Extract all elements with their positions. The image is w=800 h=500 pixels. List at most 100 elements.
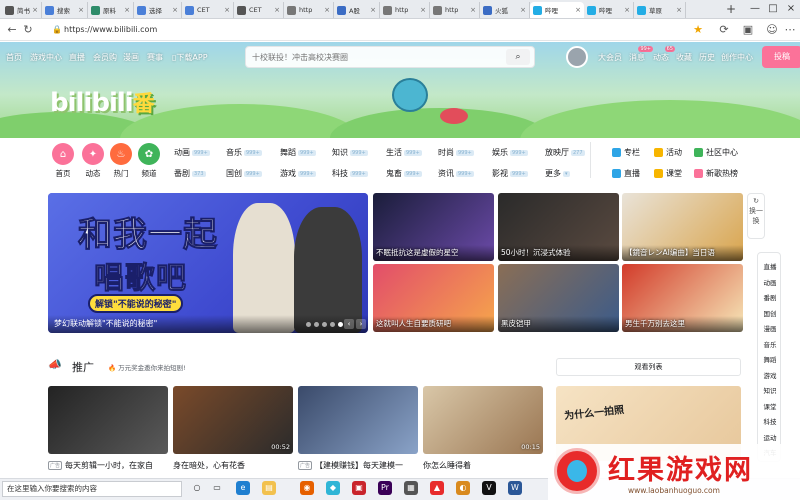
carousel-dot[interactable] <box>330 322 335 327</box>
browser-tab[interactable]: 火狐 × <box>480 2 530 18</box>
video-card[interactable]: 50小时！沉浸式体验 <box>498 193 619 261</box>
app-icon-2[interactable]: ▣ <box>352 481 366 495</box>
nav-history[interactable]: 历史 <box>699 52 715 63</box>
new-tab-button[interactable]: + <box>724 1 738 17</box>
tab-close-icon[interactable]: × <box>370 6 376 14</box>
upload-button[interactable]: 投稿 <box>762 46 800 68</box>
promo-video-card[interactable] <box>298 386 418 454</box>
browser-tab[interactable]: 草原 × <box>634 2 686 18</box>
tab-close-icon[interactable]: × <box>224 6 230 14</box>
promo-video-title[interactable]: 广告 每天剪辑一小时，在家自 <box>48 460 153 471</box>
category-link[interactable]: 番剧 373 <box>174 168 206 179</box>
browser-tab[interactable]: http × <box>284 2 334 18</box>
category-link[interactable]: 知识 999+ <box>332 147 368 158</box>
refresh-button[interactable]: ↻ 换一换 <box>747 193 765 239</box>
category-link[interactable]: 舞蹈 999+ <box>280 147 316 158</box>
tab-close-icon[interactable]: × <box>420 6 426 14</box>
nav-download-app[interactable]: ▯下载APP <box>172 52 208 63</box>
side-nav-item[interactable]: 运动 <box>758 432 782 442</box>
channel-label[interactable]: 动态 <box>78 168 108 179</box>
file-explorer-icon[interactable]: ▤ <box>262 481 276 495</box>
side-nav-item[interactable]: 科技 <box>758 416 782 426</box>
side-nav-item[interactable]: 课堂 <box>758 401 782 411</box>
category-link[interactable]: 娱乐 999+ <box>492 147 528 158</box>
tab-close-icon[interactable]: × <box>32 6 38 14</box>
category-link[interactable]: 音乐 999+ <box>226 147 262 158</box>
nav-vip[interactable]: 大会员 <box>598 52 622 63</box>
side-nav-item[interactable]: 番剧 <box>758 292 782 302</box>
firefox-icon[interactable]: ◉ <box>300 481 314 495</box>
app-icon-4[interactable]: ▲ <box>430 481 444 495</box>
carousel-next-icon[interactable]: › <box>356 319 366 329</box>
more-menu-icon[interactable]: ⋯ <box>782 22 798 38</box>
category-link[interactable]: 资讯 999+ <box>438 168 474 179</box>
tab-close-icon[interactable]: × <box>324 6 330 14</box>
carousel-dot[interactable] <box>306 322 311 327</box>
favorites-star-icon[interactable]: ★ <box>690 22 706 38</box>
app-icon-5[interactable]: ◐ <box>456 481 470 495</box>
nav-messages[interactable]: 消息 99+ <box>629 46 653 63</box>
category-link[interactable]: 游戏 999+ <box>280 168 316 179</box>
watch-list-button[interactable]: 观看列表 <box>556 358 741 376</box>
carousel-dot[interactable] <box>314 322 319 327</box>
browser-tab[interactable]: 选择 × <box>134 2 182 18</box>
task-view-icon[interactable]: ▭ <box>210 481 224 495</box>
fire-icon[interactable]: ♨ <box>110 143 132 165</box>
premiere-icon[interactable]: Pr <box>378 481 392 495</box>
video-card[interactable]: 这就叫人生自要质研吧 <box>373 264 494 332</box>
tab-close-icon[interactable]: × <box>624 6 630 14</box>
close-window-button[interactable]: × <box>782 0 800 18</box>
side-nav-item[interactable]: 直播 <box>758 261 782 271</box>
minimize-button[interactable]: — <box>746 0 764 18</box>
category-link[interactable]: 放映厅 277 <box>545 147 585 158</box>
nav-shop[interactable]: 会员购 <box>93 52 117 63</box>
avatar[interactable] <box>566 46 588 68</box>
home-icon[interactable]: ⌂ <box>52 143 74 165</box>
nav-live[interactable]: 直播 <box>69 52 85 63</box>
browser-tab[interactable]: 搜索 × <box>42 2 88 18</box>
video-card[interactable]: 不眠抵抗这是虚假的星空 <box>373 193 494 261</box>
tab-close-icon[interactable]: × <box>470 6 476 14</box>
category-link[interactable]: 更多 ▾ <box>545 168 570 179</box>
app-icon-3[interactable]: ▦ <box>404 481 418 495</box>
tab-close-icon[interactable]: × <box>124 6 130 14</box>
category-link[interactable]: 生活 999+ <box>386 147 422 158</box>
browser-tab[interactable]: 简书 × <box>2 2 42 18</box>
edge-icon[interactable]: e <box>236 481 250 495</box>
browser-tab[interactable]: http × <box>430 2 480 18</box>
category-link[interactable]: 科技 999+ <box>332 168 368 179</box>
tab-close-icon[interactable]: × <box>676 6 682 14</box>
browser-tab[interactable]: http × <box>380 2 430 18</box>
quick-link[interactable]: 社区中心 <box>694 147 738 158</box>
quick-link[interactable]: 课堂 <box>654 168 682 179</box>
channel-label[interactable]: 频道 <box>134 168 164 179</box>
maximize-button[interactable]: □ <box>764 0 782 18</box>
profile-icon[interactable]: ☺ <box>764 22 780 38</box>
browser-tab[interactable]: A股 × <box>334 2 380 18</box>
collections-icon[interactable]: ▣ <box>740 22 756 38</box>
category-link[interactable]: 时尚 999+ <box>438 147 474 158</box>
tab-close-icon[interactable]: × <box>172 6 178 14</box>
tab-close-icon[interactable]: × <box>575 6 581 14</box>
promo-note[interactable]: 🔥 万元奖金邀你来拍短剧! <box>108 362 186 372</box>
browser-tab[interactable]: CET × <box>182 2 234 18</box>
search-icon[interactable]: ⌕ <box>506 49 530 65</box>
promo-video-card[interactable] <box>48 386 168 454</box>
side-nav-item[interactable]: 知识 <box>758 385 782 395</box>
app-icon-1[interactable]: ◆ <box>326 481 340 495</box>
browser-tab[interactable]: 哔哩 × <box>584 2 634 18</box>
browser-tab[interactable]: 原料 × <box>88 2 134 18</box>
category-link[interactable]: 影视 999+ <box>492 168 528 179</box>
side-nav-item[interactable]: 国创 <box>758 308 782 318</box>
browser-tab[interactable]: 哔哩 × <box>530 2 584 18</box>
search-input[interactable] <box>252 50 502 64</box>
nav-home[interactable]: 首页 <box>6 52 22 63</box>
tab-close-icon[interactable]: × <box>78 6 84 14</box>
url-field[interactable]: 🔒 https://www.bilibili.com <box>50 22 690 38</box>
nav-dynamic[interactable]: 动态 65 <box>653 46 675 63</box>
side-nav-item[interactable]: 漫画 <box>758 323 782 333</box>
windows-start-icon[interactable]: ○ <box>190 481 204 495</box>
category-link[interactable]: 动画 999+ <box>174 147 210 158</box>
video-card[interactable]: 【鏡音レンAI编曲】当日语 <box>622 193 743 261</box>
promo-video-title[interactable]: 身在暗处，心有花香 <box>173 460 245 471</box>
